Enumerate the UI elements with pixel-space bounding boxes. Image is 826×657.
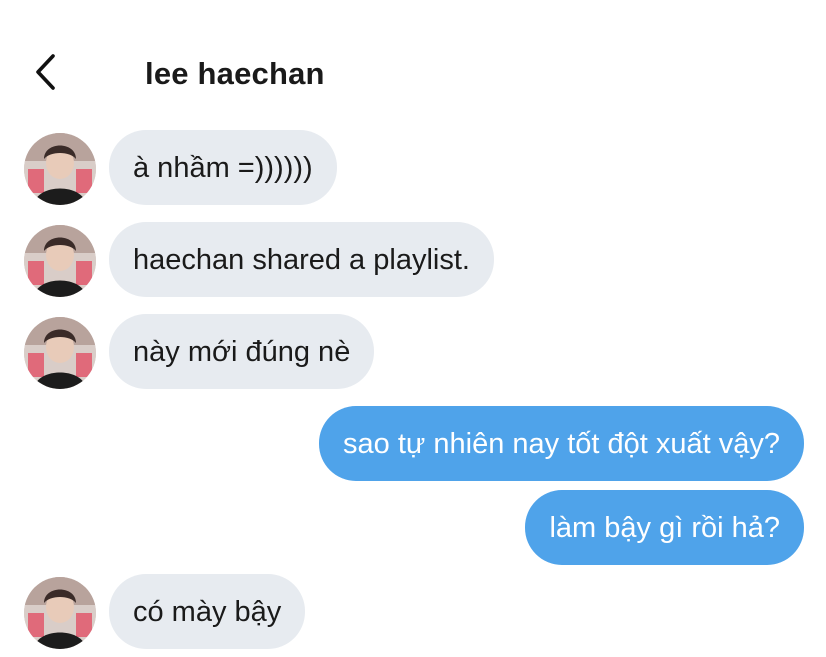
message-bubble-incoming[interactable]: haechan shared a playlist. — [109, 222, 494, 297]
message-bubble-incoming[interactable]: này mới đúng nè — [109, 314, 375, 389]
avatar[interactable] — [24, 225, 96, 297]
message-bubble-incoming[interactable]: có mày bậy — [109, 574, 306, 649]
avatar[interactable] — [24, 317, 96, 389]
avatar[interactable] — [24, 133, 96, 205]
avatar[interactable] — [24, 577, 96, 649]
chat-header: lee haechan — [0, 0, 826, 118]
back-button[interactable] — [22, 48, 70, 96]
message-bubble-outgoing[interactable]: sao tự nhiên nay tốt đột xuất vậy? — [319, 406, 804, 481]
chat-title: lee haechan — [145, 56, 325, 91]
message-bubble-incoming[interactable]: à nhầm =)))))) — [109, 130, 337, 205]
message-bubble-outgoing[interactable]: làm bậy gì rồi hả? — [525, 490, 804, 565]
chevron-left-icon — [36, 54, 55, 90]
